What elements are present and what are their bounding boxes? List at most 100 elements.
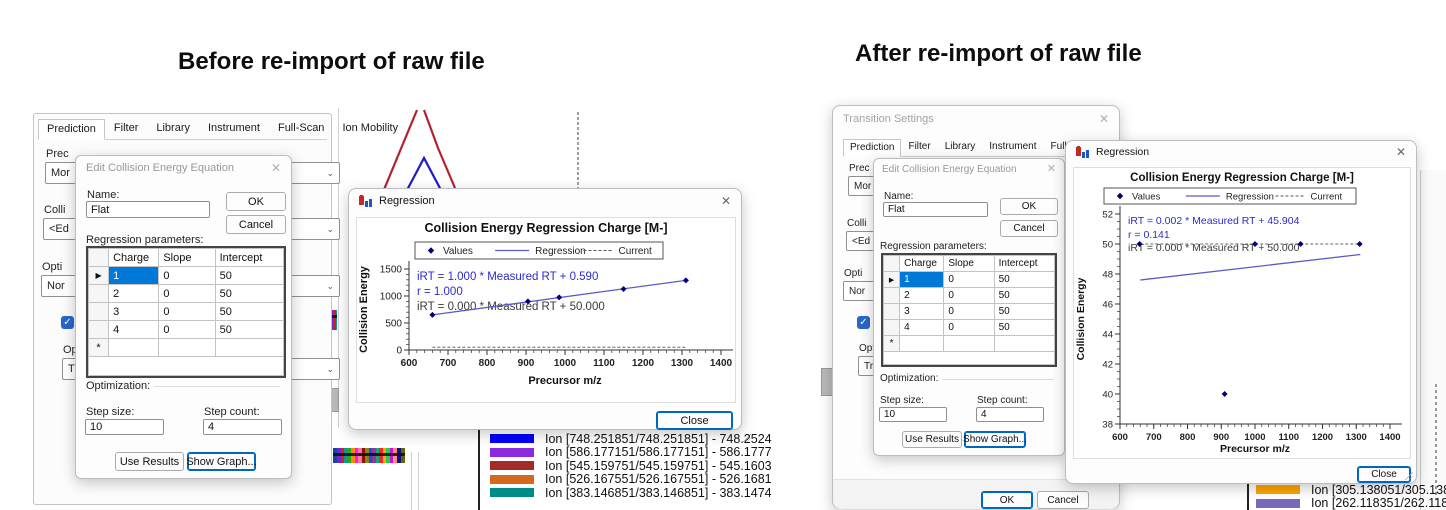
close-icon[interactable]: ✕: [721, 195, 731, 207]
grid-header-slope[interactable]: Slope: [944, 256, 994, 272]
ion-legend-item[interactable]: Ion [305.138051/305.13805: [1256, 483, 1446, 497]
regression-titlebar[interactable]: Regression ✕: [1066, 141, 1416, 163]
close-button[interactable]: Close: [656, 411, 733, 430]
ion-legend-item[interactable]: Ion [262.118351/262.11835: [1256, 497, 1446, 510]
regression-titlebar[interactable]: Regression ✕: [349, 189, 741, 213]
tab-library[interactable]: Library: [147, 118, 199, 139]
grid-header-charge[interactable]: Charge: [900, 256, 944, 272]
grid-new-row-marker[interactable]: *: [884, 336, 900, 352]
grid-cell[interactable]: 50: [994, 272, 1054, 288]
grid-cell[interactable]: 50: [215, 321, 283, 339]
name-field[interactable]: [86, 201, 210, 218]
grid-row-header[interactable]: ▶: [884, 272, 900, 288]
grid-cell[interactable]: 50: [994, 288, 1054, 304]
ion-color-swatch: [1256, 499, 1300, 508]
use-optimization-checkbox[interactable]: ✓: [857, 316, 870, 329]
grid-cell[interactable]: 1: [109, 267, 159, 285]
step-size-field[interactable]: [879, 407, 947, 422]
grid-cell[interactable]: 0: [944, 304, 994, 320]
dialog-titlebar[interactable]: Edit Collision Energy Equation ✕: [874, 159, 1064, 179]
tab-instrument[interactable]: Instrument: [199, 118, 269, 139]
grid-cell[interactable]: 50: [215, 303, 283, 321]
close-icon[interactable]: ✕: [1099, 113, 1109, 125]
grid-cell[interactable]: 0: [944, 272, 994, 288]
grid-cell[interactable]: 0: [159, 267, 215, 285]
step-size-field[interactable]: [85, 419, 164, 435]
grid-cell[interactable]: 50: [215, 285, 283, 303]
tab-prediction[interactable]: Prediction: [38, 119, 105, 140]
grid-cell[interactable]: 0: [944, 288, 994, 304]
grid-cell[interactable]: [215, 339, 283, 357]
grid-cell[interactable]: [994, 336, 1054, 352]
grid-cell[interactable]: 2: [900, 288, 944, 304]
grid-cell[interactable]: 0: [944, 320, 994, 336]
ok-button[interactable]: OK: [226, 192, 286, 211]
grid-row-header[interactable]: [89, 303, 109, 321]
tab-instrument[interactable]: Instrument: [982, 138, 1043, 156]
grid-cell[interactable]: [159, 339, 215, 357]
grid-cell[interactable]: 0: [159, 303, 215, 321]
grid-header-intercept[interactable]: Intercept: [994, 256, 1054, 272]
grid-cell[interactable]: 50: [994, 304, 1054, 320]
ion-legend-item[interactable]: Ion [383.146851/383.146851] - 383.1474: [490, 486, 772, 500]
cancel-button[interactable]: Cancel: [1000, 220, 1058, 237]
grid-header-slope[interactable]: Slope: [159, 249, 215, 267]
grid-cell[interactable]: 3: [900, 304, 944, 320]
grid-row-header[interactable]: [89, 321, 109, 339]
use-optimization-checkbox[interactable]: ✓: [61, 316, 74, 329]
show-graph-button[interactable]: Show Graph...: [964, 431, 1026, 448]
tab-full-scan[interactable]: Full-Scan: [269, 118, 333, 139]
ion-legend-item[interactable]: Ion [748.251851/748.251851] - 748.2524: [490, 432, 772, 446]
grid-new-row-marker[interactable]: *: [89, 339, 109, 357]
grid-cell[interactable]: [944, 336, 994, 352]
ok-button[interactable]: OK: [1000, 198, 1058, 215]
close-icon[interactable]: ✕: [1396, 146, 1406, 158]
grid-cell[interactable]: 2: [109, 285, 159, 303]
step-count-field[interactable]: [203, 419, 282, 435]
step-count-field[interactable]: [976, 407, 1044, 422]
cancel-button[interactable]: Cancel: [226, 215, 286, 234]
grid-row-header[interactable]: [884, 288, 900, 304]
tab-filter[interactable]: Filter: [105, 118, 147, 139]
ion-legend-item[interactable]: Ion [586.177151/586.177151] - 586.1777: [490, 446, 772, 460]
grid-row-header[interactable]: [884, 304, 900, 320]
use-results-button[interactable]: Use Results: [115, 452, 184, 471]
tab-filter[interactable]: Filter: [901, 138, 937, 156]
window-edge-line: [411, 452, 412, 510]
grid-row-header[interactable]: [89, 285, 109, 303]
grid-cell[interactable]: [109, 339, 159, 357]
svg-text:Regression: Regression: [1226, 192, 1274, 203]
grid-cell[interactable]: [900, 336, 944, 352]
grid-cell[interactable]: 50: [215, 267, 283, 285]
show-graph-button[interactable]: Show Graph...: [187, 452, 256, 471]
tab-ion-mobility[interactable]: Ion Mobility: [333, 118, 407, 139]
grid-cell[interactable]: 50: [994, 320, 1054, 336]
name-field[interactable]: [883, 202, 988, 217]
grid-cell[interactable]: 0: [159, 285, 215, 303]
cancel-button[interactable]: Cancel: [1037, 491, 1089, 509]
grid-row-header[interactable]: [884, 320, 900, 336]
close-icon[interactable]: ✕: [1047, 164, 1056, 175]
group-divider: [154, 386, 280, 387]
ion-legend-item[interactable]: Ion [526.167551/526.167551] - 526.1681: [490, 473, 772, 487]
grid-cell[interactable]: 4: [900, 320, 944, 336]
grid-header-charge[interactable]: Charge: [109, 249, 159, 267]
close-icon[interactable]: ✕: [271, 162, 281, 174]
grid-header-intercept[interactable]: Intercept: [215, 249, 283, 267]
close-button[interactable]: Close: [1357, 466, 1411, 483]
use-results-button[interactable]: Use Results: [902, 431, 962, 448]
tab-prediction[interactable]: Prediction: [843, 139, 901, 157]
grid-row-header[interactable]: ▶: [89, 267, 109, 285]
dialog-titlebar[interactable]: Edit Collision Energy Equation ✕: [76, 156, 291, 180]
grid-cell[interactable]: 0: [159, 321, 215, 339]
ion-legend-item[interactable]: Ion [545.159751/545.159751] - 545.1603: [490, 459, 772, 473]
ok-button[interactable]: OK: [981, 491, 1033, 509]
grid-cell[interactable]: 4: [109, 321, 159, 339]
grid-cell[interactable]: 1: [900, 272, 944, 288]
regression-parameters-grid[interactable]: ChargeSlopeIntercept▶1050205030504050*: [881, 253, 1057, 367]
grid-cell[interactable]: 3: [109, 303, 159, 321]
resize-grip[interactable]: [1404, 471, 1413, 480]
transition-settings-titlebar[interactable]: Transition Settings ✕: [833, 106, 1119, 132]
tab-library[interactable]: Library: [938, 138, 983, 156]
regression-parameters-grid[interactable]: ChargeSlopeIntercept▶1050205030504050*: [86, 246, 286, 378]
